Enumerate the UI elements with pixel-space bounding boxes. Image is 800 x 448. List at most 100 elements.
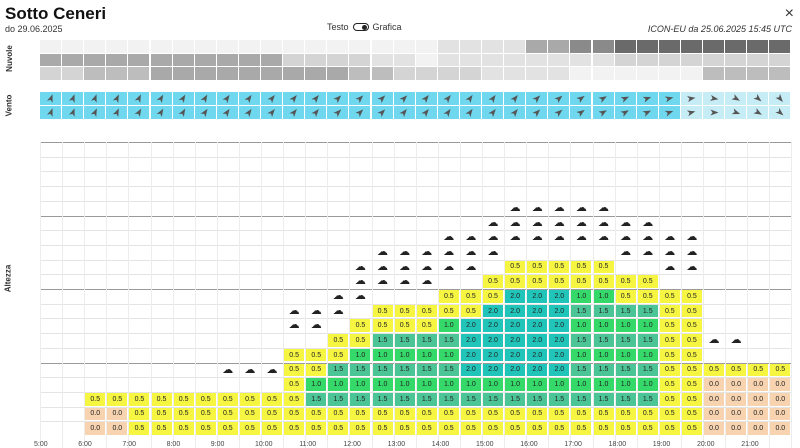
thermal-cell: 0.5	[483, 407, 504, 421]
thermal-cell: 0.5	[615, 407, 636, 421]
wind-arrow-icon	[415, 106, 437, 119]
cloud-icon: ☁	[354, 260, 366, 273]
thermal-cell: 0.5	[681, 363, 702, 377]
wind-arrow-icon	[327, 92, 349, 105]
thermal-cell: 2.0	[549, 304, 570, 318]
thermal-cell: 0.5	[659, 319, 680, 333]
thermal-cell: 1.0	[483, 378, 504, 391]
x-tick-label: 18:00	[608, 441, 627, 448]
thermal-cell: 0.0	[726, 407, 747, 421]
thermal-cell: 2.0	[483, 348, 504, 362]
cloud-cell	[548, 67, 570, 80]
thermal-cell: 0.5	[615, 422, 636, 435]
thermal-cell: 1.0	[593, 348, 614, 362]
thermal-cell: 1.0	[438, 378, 459, 391]
cloud-icon: ☁	[487, 216, 499, 229]
x-tick-label: 14:00	[431, 441, 450, 448]
cloud-icon: ☁	[509, 216, 521, 229]
wind-arrow-icon	[349, 106, 371, 119]
thermal-cell: 1.0	[394, 348, 415, 362]
view-toggle[interactable]: Testo Grafica	[327, 22, 402, 32]
thermal-cell: 0.5	[483, 275, 504, 288]
cloud-icon: ☁	[487, 231, 499, 244]
thermal-cell: 0.5	[195, 422, 216, 435]
cloud-cell	[194, 67, 216, 80]
wind-arrow-icon	[415, 92, 437, 105]
thermal-cell: 0.5	[527, 422, 548, 435]
x-tick-label: 19:00	[652, 441, 671, 448]
cloud-icon: ☁	[575, 231, 587, 244]
thermal-cell: 2.0	[505, 334, 526, 347]
cloud-cell	[305, 53, 327, 66]
wind-arrow-icon	[305, 106, 327, 119]
cloud-cell	[658, 53, 680, 66]
thermal-cell: 0.5	[549, 275, 570, 288]
cloud-cell	[415, 40, 437, 53]
cloud-cell	[216, 40, 238, 53]
thermal-cell: 2.0	[527, 304, 548, 318]
cloud-icon: ☁	[598, 231, 609, 244]
thermal-cell: 0.5	[659, 290, 680, 303]
thermal-cell: 0.5	[460, 290, 481, 303]
thermal-cell: 0.5	[372, 407, 393, 421]
cloud-cell	[636, 53, 658, 66]
cloud-cell	[40, 53, 62, 66]
thermal-cell: 0.5	[659, 304, 680, 318]
cloud-icon: ☁	[686, 260, 698, 273]
toggle-switch[interactable]	[352, 23, 369, 31]
cloud-cell	[106, 40, 128, 53]
cloud-icon: ☁	[664, 260, 676, 273]
wind-arrow-icon	[327, 106, 349, 119]
thermal-cell: 1.5	[527, 392, 548, 406]
cloud-icon: ☁	[421, 245, 433, 258]
thermal-cell: 1.0	[571, 348, 592, 362]
cloud-cell	[172, 53, 194, 66]
thermal-cell: 0.5	[704, 363, 725, 377]
cloud-cell	[592, 53, 614, 66]
thermal-cell: 0.5	[173, 407, 194, 421]
cloud-icon: ☁	[686, 231, 698, 244]
cloud-cell	[261, 53, 283, 66]
thermal-cell: 2.0	[527, 363, 548, 377]
cloud-cell	[349, 40, 371, 53]
thermal-cell: 1.0	[571, 378, 592, 391]
wind-arrow-icon	[769, 106, 791, 119]
thermal-cell: 2.0	[505, 363, 526, 377]
x-tick-label: 11:00	[299, 441, 317, 448]
cloud-cell	[150, 67, 172, 80]
thermal-cell: 1.5	[416, 334, 437, 347]
cloud-icon: ☁	[509, 231, 521, 244]
cloud-cell	[172, 67, 194, 80]
thermal-cell: 2.0	[483, 363, 504, 377]
thermal-cell: 0.5	[284, 422, 305, 435]
thermal-cell: 2.0	[505, 290, 526, 303]
x-tick-label: 21:00	[741, 441, 759, 448]
thermal-cell: 0.5	[681, 378, 702, 391]
wind-arrow-icon	[636, 92, 658, 105]
cloud-icon: ☁	[620, 231, 632, 244]
thermal-cell: 0.5	[549, 407, 570, 421]
wind-arrow-icon	[747, 92, 769, 105]
thermal-cell: 0.5	[659, 363, 680, 377]
thermal-cell: 0.5	[571, 407, 592, 421]
thermal-cell: 2.0	[549, 348, 570, 362]
thermal-cell: 1.0	[394, 378, 415, 391]
cloud-icon: ☁	[332, 304, 344, 317]
cloud-cell	[636, 40, 658, 53]
thermal-cell: 0.0	[704, 422, 725, 435]
cloud-cell	[84, 67, 106, 80]
close-icon[interactable]: ×	[785, 6, 794, 22]
thermal-cell: 0.0	[85, 407, 106, 421]
thermal-cell: 0.5	[637, 422, 658, 435]
thermal-cell: 1.5	[615, 334, 636, 347]
thermal-cell: 0.5	[217, 392, 238, 406]
thermal-cell: 1.5	[505, 392, 526, 406]
wind-arrow-icon	[504, 92, 526, 105]
x-tick-label: 6:00	[78, 441, 92, 448]
cloud-icon: ☁	[399, 260, 411, 273]
cloud-icon: ☁	[598, 216, 609, 229]
thermal-cell: 1.0	[438, 348, 459, 362]
thermal-cell: 0.5	[681, 422, 702, 435]
x-tick-label: 13:00	[387, 441, 406, 448]
wind-arrow-icon	[84, 92, 106, 105]
